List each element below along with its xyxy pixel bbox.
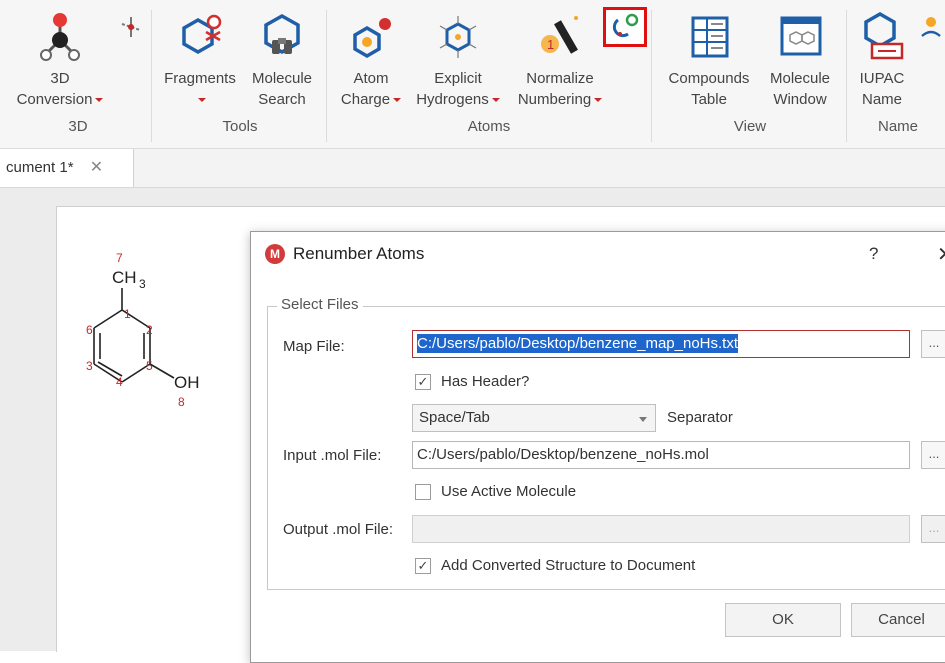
add-converted-label: Add Converted Structure to Document (441, 557, 696, 574)
explicit-hydrogens-label: Explicit Hydrogens (416, 68, 500, 110)
atom-number: 5 (146, 359, 153, 373)
iupac-name-icon (858, 10, 906, 64)
renumber-atoms-dialog: M Renumber Atoms ? ✕ Select Files Map Fi… (250, 231, 945, 663)
explicit-hydrogens-button[interactable]: Explicit Hydrogens (410, 10, 506, 110)
compounds-table-button[interactable]: Compounds Table (662, 10, 756, 110)
molecule-search-label: Molecule Search (251, 70, 313, 108)
input-mol-browse-button[interactable]: ... (921, 441, 945, 469)
has-header-label: Has Header? (441, 373, 530, 390)
atom-charge-button[interactable]: Atom Charge (336, 10, 406, 110)
methyl-label: CH (112, 268, 137, 287)
group-separator (651, 10, 652, 142)
svg-text:1: 1 (547, 37, 554, 52)
output-mol-field[interactable] (412, 515, 910, 543)
input-mol-value: C:/Users/pablo/Desktop/benzene_noHs.mol (417, 446, 709, 463)
fragments-icon (176, 10, 224, 64)
dialog-title: Renumber Atoms (293, 244, 425, 263)
cancel-button[interactable]: Cancel (851, 603, 945, 637)
atom-charge-label: Atom Charge (341, 68, 401, 110)
group-label-view: View (733, 118, 767, 135)
renumber-atoms-button[interactable] (603, 7, 647, 47)
molecule-window-button[interactable]: Molecule Window (762, 10, 838, 110)
select-files-legend: Select Files (277, 296, 363, 313)
atom-charge-icon (347, 10, 395, 64)
atom-number: 7 (116, 251, 123, 265)
fragments-label: Fragments (164, 70, 236, 87)
atom-number: 4 (116, 375, 123, 389)
tab-document-1[interactable]: cument 1* ✕ (0, 149, 134, 187)
use-active-molecule-checkbox[interactable] (415, 484, 431, 500)
normalize-numbering-label: Normalize Numbering (518, 68, 602, 110)
stereo-icon[interactable] (118, 14, 144, 40)
input-mol-field[interactable]: C:/Users/pablo/Desktop/benzene_noHs.mol (412, 441, 910, 469)
group-label-name: Name (877, 118, 918, 135)
molecule-search-button[interactable]: Molecule Search (244, 10, 320, 110)
group-separator (151, 10, 152, 142)
map-file-label: Map File: (283, 338, 345, 355)
compounds-table-label: Compounds Table (668, 70, 750, 108)
hydroxyl-label: OH (174, 373, 200, 392)
close-icon[interactable]: ✕ (90, 159, 103, 176)
fragments-button[interactable]: Fragments (160, 10, 240, 110)
atom-number: 2 (146, 323, 153, 337)
map-file-browse-button[interactable]: ... (921, 330, 945, 358)
group-label-tools: Tools (222, 118, 258, 135)
explicit-hydrogens-icon (434, 10, 482, 64)
map-file-value: C:/Users/pablo/Desktop/benzene_map_noHs.… (417, 334, 739, 353)
3d-conversion-button[interactable]: 3D Conversion (14, 10, 106, 110)
3d-molecule-icon (36, 10, 84, 64)
group-separator (326, 10, 327, 142)
name-to-structure-icon[interactable] (918, 14, 944, 40)
chevron-down-icon (639, 417, 647, 422)
input-mol-label: Input .mol File: (283, 447, 382, 464)
dialog-title-bar: M Renumber Atoms (265, 244, 424, 264)
molecule-search-icon (258, 10, 306, 64)
normalize-numbering-button[interactable]: 1 Normalize Numbering (512, 10, 608, 110)
molecule-window-label: Molecule Window (769, 70, 831, 108)
output-mol-browse-button[interactable]: ... (921, 515, 945, 543)
separator-select[interactable]: Space/Tab (412, 404, 656, 432)
fragments-dropdown-icon[interactable] (195, 91, 206, 108)
has-header-checkbox[interactable]: ✓ (415, 374, 431, 390)
app-logo-icon: M (265, 244, 285, 264)
group-label-3d: 3D (68, 118, 88, 135)
help-button[interactable]: ? (869, 244, 878, 264)
document-tab-bar: cument 1* ✕ (0, 149, 945, 188)
group-separator (846, 10, 847, 142)
output-mol-label: Output .mol File: (283, 521, 394, 538)
atom-number: 8 (178, 395, 185, 409)
molecule-window-icon (776, 10, 824, 64)
ok-button[interactable]: OK (725, 603, 841, 637)
separator-label: Separator (667, 409, 733, 426)
separator-value: Space/Tab (419, 409, 490, 426)
ribbon: 3D Conversion 3D Fragments Molecule Sear… (0, 0, 945, 149)
normalize-numbering-icon: 1 (536, 10, 584, 64)
map-file-field[interactable]: C:/Users/pablo/Desktop/benzene_map_noHs.… (412, 330, 910, 358)
atom-number: 1 (124, 307, 131, 321)
iupac-name-button[interactable]: IUPAC Name (852, 10, 912, 110)
atom-number: 6 (86, 323, 93, 337)
molecule-structure[interactable]: CH 3 OH 1 2 3 4 5 6 7 8 (78, 238, 238, 428)
compounds-table-icon (685, 10, 733, 64)
methyl-subscript: 3 (139, 277, 146, 291)
3d-conversion-label: 3D Conversion (17, 68, 104, 110)
use-active-molecule-label: Use Active Molecule (441, 483, 577, 500)
close-icon[interactable]: ✕ (937, 242, 945, 267)
group-label-atoms: Atoms (467, 118, 511, 135)
atom-number: 3 (86, 359, 93, 373)
add-converted-checkbox[interactable]: ✓ (415, 558, 431, 574)
iupac-name-label: IUPAC Name (859, 70, 905, 108)
tab-label: cument 1* (6, 159, 74, 176)
